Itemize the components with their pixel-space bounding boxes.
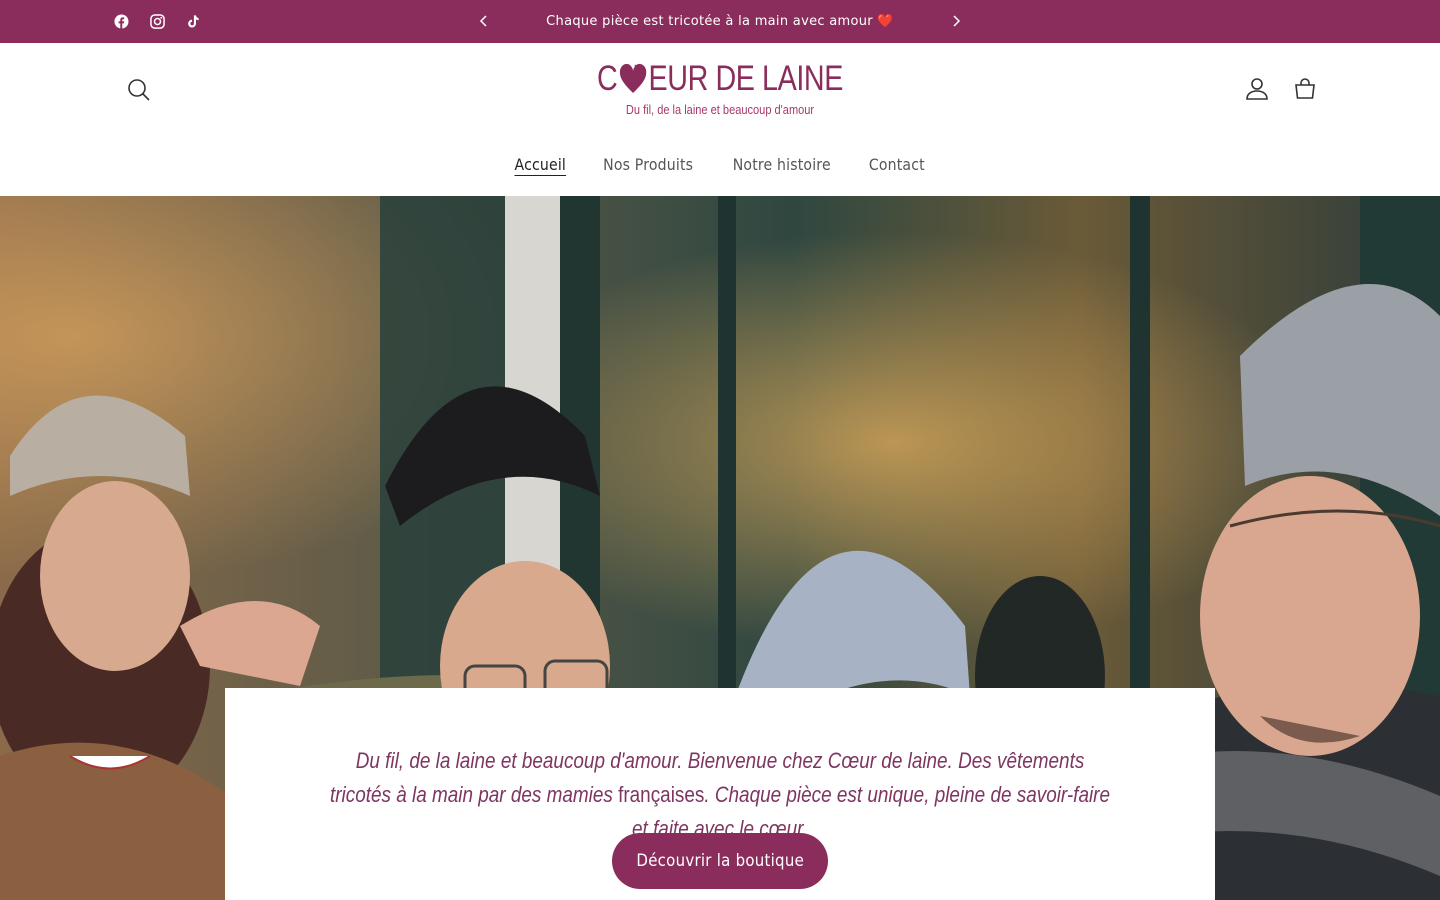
discover-shop-button[interactable]: Découvrir la boutique (612, 833, 828, 889)
instagram-icon[interactable] (146, 11, 168, 33)
hero-text: Du fil, de la laine et beaucoup d'amour.… (329, 744, 1112, 846)
discover-shop-label: Découvrir la boutique (636, 851, 804, 871)
announcement-text: Chaque pièce est tricotée à la main avec… (546, 14, 894, 29)
nav-item-accueil[interactable]: Accueil (515, 155, 567, 185)
facebook-icon[interactable] (110, 11, 132, 33)
user-icon[interactable] (1242, 74, 1272, 104)
logo-subtitle: Du fil, de la laine et beaucoup d'amour (625, 102, 815, 117)
cart-icon[interactable] (1290, 74, 1320, 104)
heart-icon (619, 63, 647, 93)
hero-banner: Du fil, de la laine et beaucoup d'amour.… (0, 196, 1440, 900)
site-header: C EUR DE LAINE Du fil, de la laine et be… (0, 43, 1440, 196)
chevron-right-icon[interactable] (946, 11, 966, 31)
main-nav: Accueil Nos Produits Notre histoire Cont… (0, 155, 1440, 185)
social-links (110, 0, 204, 43)
logo-title-right: EUR DE LAINE (648, 59, 844, 98)
hero-text-part-2: françaises (612, 782, 705, 807)
nav-item-notre-histoire[interactable]: Notre histoire (733, 155, 831, 185)
hero-content-box: Du fil, de la laine et beaucoup d'amour.… (225, 688, 1215, 900)
announcement-bar: Chaque pièce est tricotée à la main avec… (0, 0, 1440, 43)
nav-item-contact[interactable]: Contact (869, 155, 925, 185)
logo-title: C EUR DE LAINE (589, 57, 851, 101)
search-icon[interactable] (124, 75, 154, 105)
tiktok-icon[interactable] (182, 11, 204, 33)
logo-title-left: C (597, 59, 618, 98)
chevron-left-icon[interactable] (474, 11, 494, 31)
nav-item-nos-produits[interactable]: Nos Produits (603, 155, 693, 185)
logo[interactable]: C EUR DE LAINE Du fil, de la laine et be… (560, 57, 880, 123)
